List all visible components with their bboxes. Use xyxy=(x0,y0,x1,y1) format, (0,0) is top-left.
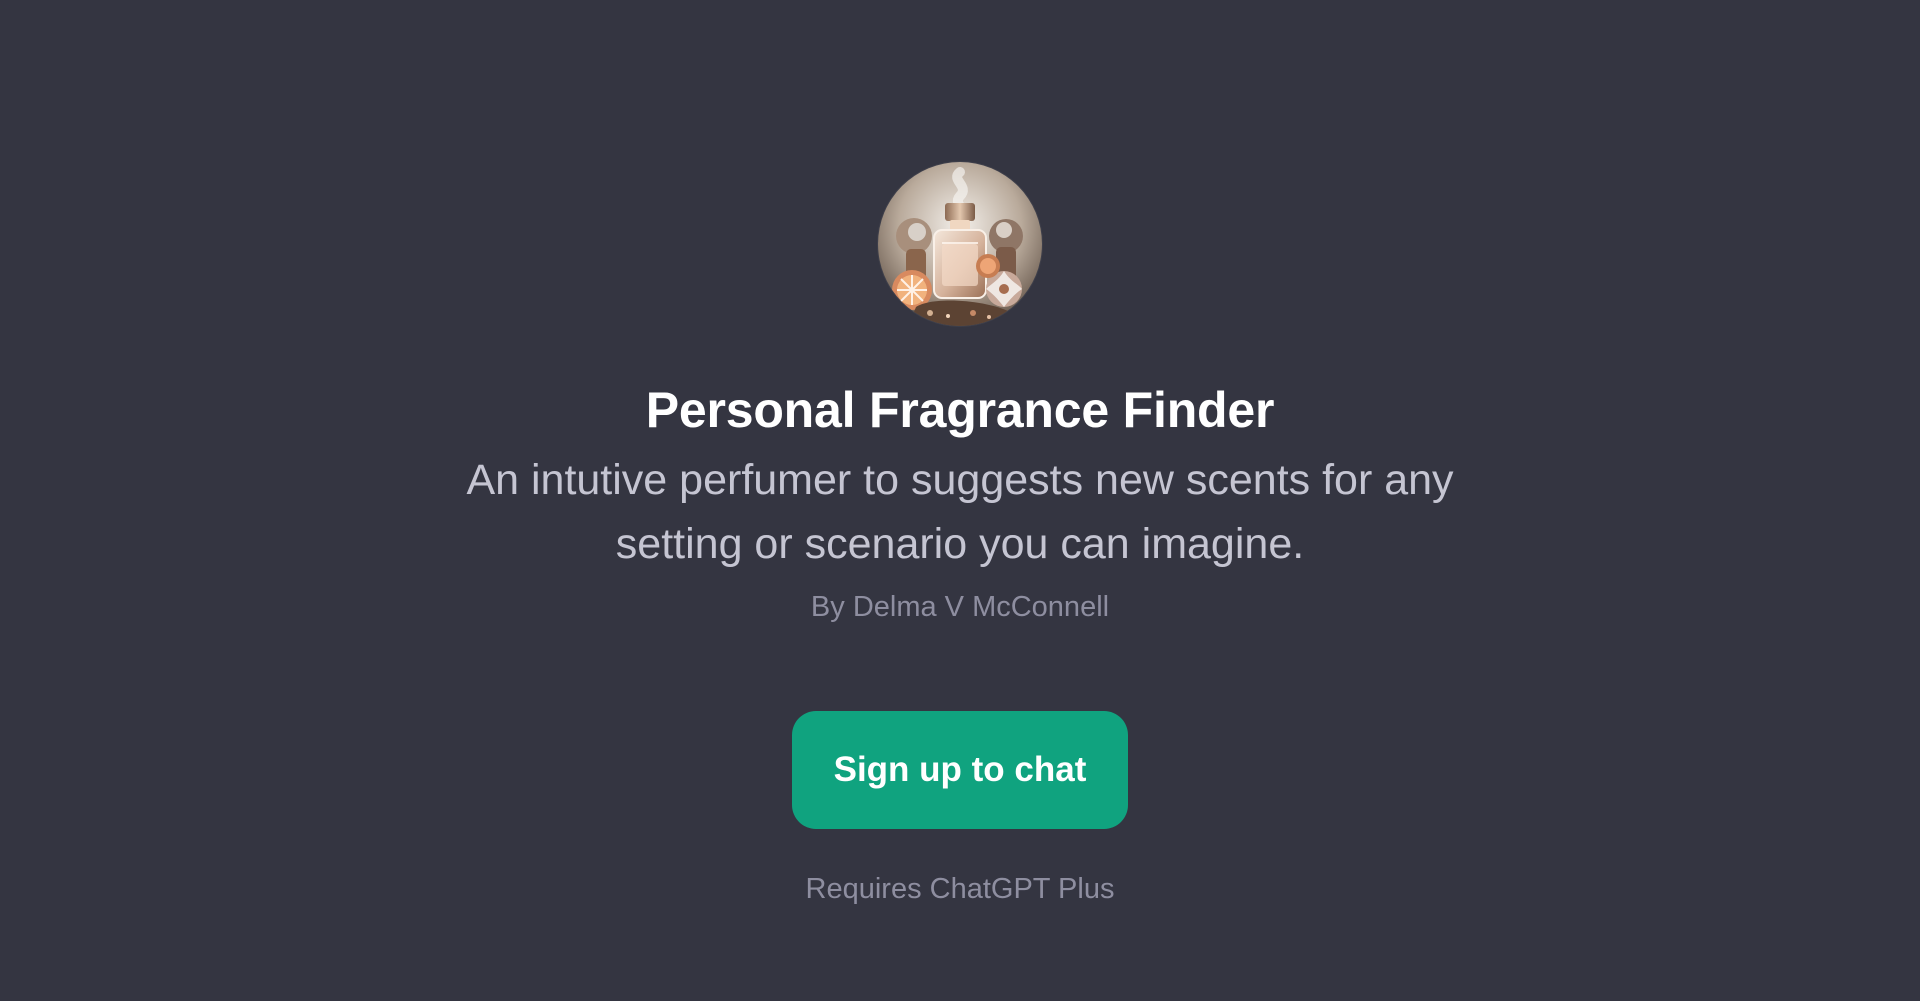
plan-requirement-note: Requires ChatGPT Plus xyxy=(805,873,1115,905)
sign-up-to-chat-button[interactable]: Sign up to chat xyxy=(792,711,1128,829)
gpt-landing-page: Personal Fragrance Finder An intutive pe… xyxy=(0,0,1920,1001)
gpt-description: An intutive perfumer to suggests new sce… xyxy=(466,456,1454,568)
author-byline: By Delma V McConnell xyxy=(810,591,1110,623)
page-title: Personal Fragrance Finder xyxy=(645,382,1275,438)
avatar xyxy=(878,162,1042,326)
perfume-bottle-avatar-icon xyxy=(878,162,1042,326)
